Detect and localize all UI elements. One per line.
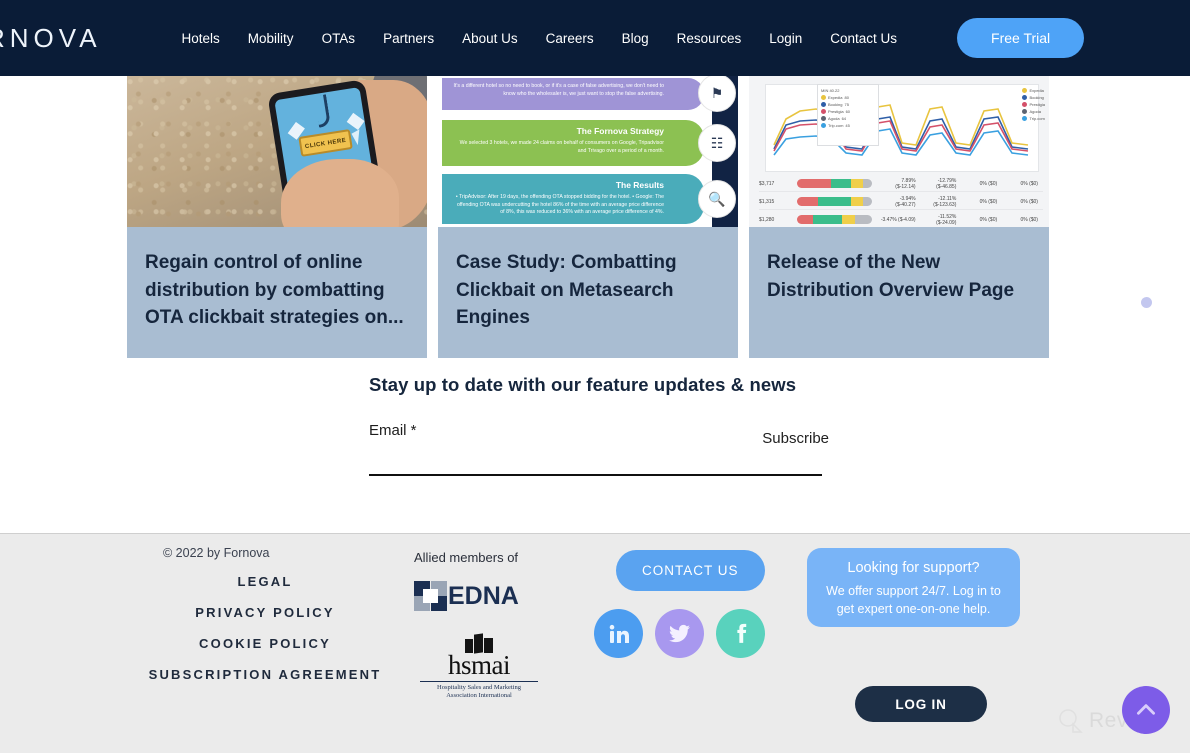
- blog-card-3-image: MIN 40.22 Expedia 80 Booking 75 Prestigia 6…: [749, 76, 1049, 227]
- decorative-dot: [1141, 297, 1152, 308]
- infographic-band-1: It's a different hotel so no need to boo…: [442, 78, 704, 110]
- nav-link-blog[interactable]: Blog: [622, 31, 649, 46]
- blog-card-3-title: Release of the New Distribution Overview…: [767, 252, 1015, 301]
- top-navigation-bar: RNOVA Hotels Mobility OTAs Partners Abou…: [0, 0, 1190, 76]
- blog-card-1-image: CLICK HERE: [127, 76, 427, 227]
- blog-card-1[interactable]: CLICK HERE Regain control of online dist…: [127, 76, 427, 358]
- nav-links: Hotels Mobility OTAs Partners About Us C…: [182, 18, 1085, 58]
- dashboard-row-3: $1,280 -3.47% ($-4.09) -11.52% ($-24.09)…: [759, 212, 1043, 227]
- nav-link-hotels[interactable]: Hotels: [182, 31, 220, 46]
- support-body: We offer support 24/7. Log in to get exp…: [826, 584, 1001, 617]
- hedna-mark-icon: [414, 581, 447, 611]
- magnifier-results-icon: 🔍: [698, 180, 736, 218]
- hsmai-logo: hsmai Hospitality Sales and Marketing As…: [414, 633, 544, 701]
- chevron-up-icon: [1137, 704, 1155, 715]
- clickbait-phone-illustration: CLICK HERE: [127, 76, 427, 227]
- email-label: Email *: [369, 422, 417, 439]
- infographic-band-2-heading: The Fornova Strategy: [576, 126, 664, 136]
- hedna-logo: EDNA: [414, 581, 574, 611]
- chart-legend-right: Expedia Booking Prestigia Agoda Trip.com: [1022, 86, 1045, 121]
- footer-legal-links: LEGAL PRIVACY POLICY COOKIE POLICY SUBSC…: [120, 574, 410, 698]
- hedna-wordmark: EDNA: [448, 581, 519, 610]
- chart-legend-title: MIN 40.22: [821, 88, 840, 93]
- distribution-overview-dashboard: MIN 40.22 Expedia 80 Booking 75 Prestigia 6…: [749, 76, 1049, 227]
- page-root: RNOVA Hotels Mobility OTAs Partners Abou…: [0, 0, 1190, 753]
- facebook-icon[interactable]: [716, 609, 765, 658]
- site-footer: © 2022 by Fornova LEGAL PRIVACY POLICY C…: [0, 533, 1190, 753]
- footer-link-cookie-policy[interactable]: COOKIE POLICY: [120, 636, 410, 651]
- nav-link-careers[interactable]: Careers: [546, 31, 594, 46]
- infographic-band-3-body: • TripAdvisor: After 19 days, the offend…: [455, 193, 664, 216]
- footer-link-privacy-policy[interactable]: PRIVACY POLICY: [120, 605, 410, 620]
- contact-us-button[interactable]: CONTACT US: [616, 550, 765, 591]
- support-card: Looking for support? We offer support 24…: [807, 548, 1020, 627]
- nav-link-resources[interactable]: Resources: [677, 31, 742, 46]
- nav-link-otas[interactable]: OTAs: [322, 31, 356, 46]
- rate-trend-line-chart: [765, 84, 1039, 172]
- legend-item-booking: Booking 75: [821, 102, 875, 107]
- revain-logo-icon: [1059, 709, 1083, 733]
- hsmai-wordmark: hsmai: [448, 650, 511, 680]
- newsletter-field-group: Email * Subscribe: [369, 422, 829, 482]
- blog-card-2[interactable]: It's a different hotel so no need to boo…: [438, 76, 738, 358]
- footer-link-subscription-agreement[interactable]: SUBSCRIPTION AGREEMENT: [120, 667, 410, 682]
- hsmai-building-icon: [461, 633, 497, 654]
- infographic-band-2-body: We selected 3 hotels, we made 24 claims …: [459, 139, 664, 154]
- hsmai-subtitle-2: Association International: [446, 692, 512, 700]
- dashboard-row-2: $1,315 -3.94% ($-40.27) -12.11% ($-123.6…: [759, 194, 1043, 210]
- support-title: Looking for support?: [847, 560, 980, 576]
- infographic-band-2: The Fornova Strategy We selected 3 hotel…: [442, 120, 704, 166]
- infographic-band-3: The Results • TripAdvisor: After 19 days…: [442, 174, 704, 224]
- newsletter-signup: Stay up to date with our feature updates…: [369, 374, 829, 482]
- nav-link-about-us[interactable]: About Us: [462, 31, 518, 46]
- blog-card-list: CLICK HERE Regain control of online dist…: [127, 76, 1051, 358]
- email-input[interactable]: [369, 450, 822, 476]
- allied-members-label: Allied members of: [414, 550, 519, 565]
- linkedin-icon[interactable]: [594, 609, 643, 658]
- newsletter-title: Stay up to date with our feature updates…: [369, 374, 797, 395]
- twitter-icon[interactable]: [655, 609, 704, 658]
- log-in-button[interactable]: LOG IN: [855, 686, 987, 722]
- legend-item-prestigia: Prestigia 60: [821, 109, 875, 114]
- line-chart-svg: [773, 104, 1029, 156]
- chart-legend: MIN 40.22 Expedia 80 Booking 75 Prestigia 6…: [817, 84, 879, 146]
- free-trial-button[interactable]: Free Trial: [957, 18, 1085, 58]
- nav-link-partners[interactable]: Partners: [383, 31, 434, 46]
- click-here-label: CLICK HERE: [298, 129, 353, 157]
- strategy-board-icon: ☷: [698, 124, 736, 162]
- infographic-band-3-heading: The Results: [615, 180, 664, 190]
- scroll-to-top-button[interactable]: [1122, 686, 1170, 734]
- copyright-text: © 2022 by Fornova: [163, 546, 270, 560]
- footer-link-legal[interactable]: LEGAL: [120, 574, 410, 589]
- nav-link-login[interactable]: Login: [769, 31, 802, 46]
- site-logo[interactable]: RNOVA: [0, 23, 102, 54]
- blog-card-1-title: Regain control of online distribution by…: [145, 252, 404, 329]
- blog-card-3[interactable]: MIN 40.22 Expedia 80 Booking 75 Prestigia 6…: [749, 76, 1049, 358]
- fornova-strategy-infographic: It's a different hotel so no need to boo…: [438, 76, 738, 227]
- legend-item-agoda: Agoda 64: [821, 116, 875, 121]
- hsmai-subtitle-1: Hospitality Sales and Marketing: [437, 683, 521, 691]
- blog-card-2-title: Case Study: Combatting Clickbait on Meta…: [456, 252, 677, 329]
- legend-item-expedia: Expedia 80: [821, 95, 875, 100]
- blog-card-2-image: It's a different hotel so no need to boo…: [438, 76, 738, 227]
- nav-link-mobility[interactable]: Mobility: [248, 31, 294, 46]
- legend-item-tripcom: Trip.com 45: [821, 123, 875, 128]
- social-links: [594, 609, 765, 658]
- nav-link-contact-us[interactable]: Contact Us: [830, 31, 897, 46]
- subscribe-button[interactable]: Subscribe: [762, 430, 829, 447]
- allied-members-section: Allied members of EDNA hsmai Hospitality…: [414, 550, 574, 701]
- dashboard-row-1: $3,717 7.89% ($-12.14) -12.79% ($-46.85)…: [759, 176, 1043, 192]
